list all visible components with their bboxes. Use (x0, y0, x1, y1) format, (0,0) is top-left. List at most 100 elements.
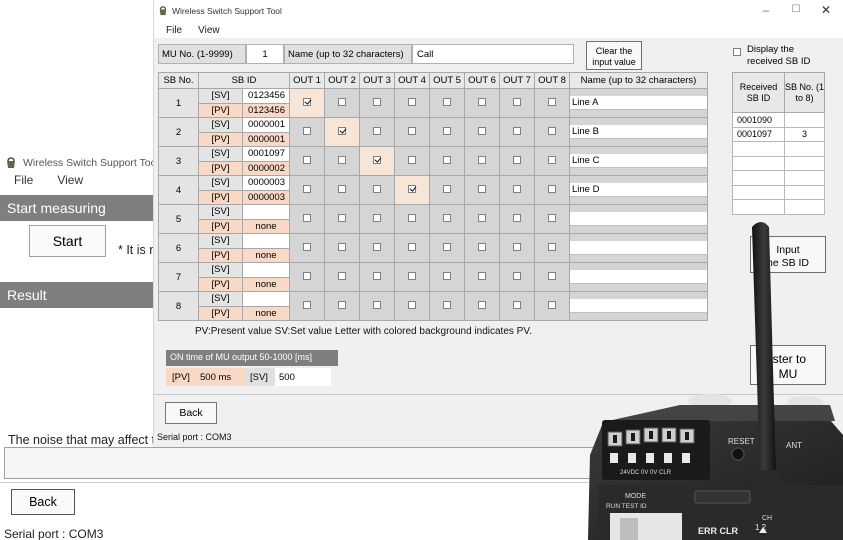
received-row[interactable] (732, 199, 825, 215)
out1-checkbox[interactable] (303, 126, 311, 135)
out7-checkbox[interactable] (513, 213, 521, 222)
out6-checkbox[interactable] (478, 155, 486, 164)
out3-checkbox[interactable] (373, 97, 381, 106)
out1-checkbox[interactable] (303, 184, 311, 193)
mu-name-input[interactable]: Call (412, 44, 574, 64)
out2-checkbox[interactable] (338, 300, 346, 309)
sb-id-sv-input[interactable] (242, 233, 290, 249)
out3-checkbox[interactable] (373, 155, 381, 164)
out2-checkbox[interactable] (338, 126, 346, 135)
out5-checkbox[interactable] (443, 155, 451, 164)
out1-checkbox[interactable] (303, 242, 311, 251)
maximize-icon[interactable]: ☐ (786, 4, 806, 15)
out4-checkbox[interactable] (408, 126, 416, 135)
menu-file[interactable]: File (154, 25, 186, 36)
out2-checkbox[interactable] (338, 155, 346, 164)
sb-name-input[interactable]: Line A (570, 96, 707, 110)
out7-checkbox[interactable] (513, 300, 521, 309)
minimize-icon[interactable]: – (756, 3, 776, 17)
received-row[interactable] (732, 155, 825, 171)
out5-checkbox[interactable] (443, 97, 451, 106)
sb-id-sv-input[interactable]: 0123456 (242, 88, 290, 104)
out5-checkbox[interactable] (443, 126, 451, 135)
sb-name-input[interactable]: Line D (570, 183, 707, 197)
out7-checkbox[interactable] (513, 97, 521, 106)
out6-checkbox[interactable] (478, 271, 486, 280)
clear-input-button[interactable]: Clear the input value (586, 41, 642, 70)
noise-textbox[interactable] (4, 447, 600, 479)
out8-checkbox[interactable] (548, 126, 556, 135)
sb-id-sv-input[interactable] (242, 262, 290, 278)
out7-checkbox[interactable] (513, 155, 521, 164)
sb-id-sv-input[interactable]: 0001097 (242, 146, 290, 162)
sb-id-sv-input[interactable] (242, 204, 290, 220)
sb-id-sv-input[interactable] (242, 291, 290, 307)
device-top-face (608, 405, 835, 421)
out5-checkbox[interactable] (443, 242, 451, 251)
out5-checkbox[interactable] (443, 184, 451, 193)
out1-checkbox[interactable] (303, 271, 311, 280)
out2-checkbox[interactable] (338, 242, 346, 251)
out5-checkbox[interactable] (443, 271, 451, 280)
out7-checkbox[interactable] (513, 271, 521, 280)
back-button[interactable]: Back (165, 402, 217, 424)
bg-menu-file[interactable]: File (0, 173, 43, 187)
out6-checkbox[interactable] (478, 300, 486, 309)
out5-checkbox[interactable] (443, 300, 451, 309)
out6-checkbox[interactable] (478, 184, 486, 193)
received-row[interactable] (732, 170, 825, 186)
out2-checkbox[interactable] (338, 97, 346, 106)
out3-checkbox[interactable] (373, 242, 381, 251)
out5-checkbox[interactable] (443, 213, 451, 222)
close-icon[interactable]: ✕ (816, 3, 836, 17)
out2-checkbox[interactable] (338, 184, 346, 193)
out3-checkbox[interactable] (373, 271, 381, 280)
out8-checkbox[interactable] (548, 213, 556, 222)
out2-checkbox[interactable] (338, 271, 346, 280)
received-row[interactable]: 0001090 (732, 112, 825, 128)
received-row[interactable]: 0001097 3 (732, 126, 825, 142)
out4-checkbox[interactable] (408, 271, 416, 280)
bg-menu-view[interactable]: View (43, 173, 93, 187)
out3-checkbox[interactable] (373, 126, 381, 135)
out6-checkbox[interactable] (478, 213, 486, 222)
out3-checkbox[interactable] (373, 213, 381, 222)
out8-checkbox[interactable] (548, 242, 556, 251)
start-button[interactable]: Start (29, 225, 106, 257)
out4-checkbox[interactable] (408, 97, 416, 106)
out6-checkbox[interactable] (478, 242, 486, 251)
out4-checkbox[interactable] (408, 242, 416, 251)
out4-checkbox[interactable] (408, 300, 416, 309)
out6-checkbox[interactable] (478, 126, 486, 135)
sb-id-sv-input[interactable]: 0000003 (242, 175, 290, 191)
out8-checkbox[interactable] (548, 184, 556, 193)
out8-checkbox[interactable] (548, 271, 556, 280)
out3-checkbox[interactable] (373, 300, 381, 309)
display-received-sb-id-checkbox[interactable] (733, 48, 741, 56)
out8-checkbox[interactable] (548, 300, 556, 309)
out7-checkbox[interactable] (513, 184, 521, 193)
ontime-sv-input[interactable]: 500 (275, 368, 331, 386)
out4-checkbox[interactable] (408, 155, 416, 164)
out4-checkbox[interactable] (408, 184, 416, 193)
out8-checkbox[interactable] (548, 97, 556, 106)
out4-checkbox[interactable] (408, 213, 416, 222)
out1-checkbox[interactable] (303, 213, 311, 222)
received-row[interactable] (732, 184, 825, 200)
out7-checkbox[interactable] (513, 126, 521, 135)
received-row[interactable] (732, 141, 825, 157)
out8-checkbox[interactable] (548, 155, 556, 164)
sb-name-input[interactable]: Line B (570, 125, 707, 139)
out3-checkbox[interactable] (373, 184, 381, 193)
sb-name-input[interactable]: Line C (570, 154, 707, 168)
out1-checkbox[interactable] (303, 300, 311, 309)
menu-view[interactable]: View (186, 25, 224, 36)
out1-checkbox[interactable] (303, 155, 311, 164)
out1-checkbox[interactable] (303, 97, 311, 106)
sb-id-sv-input[interactable]: 0000001 (242, 117, 290, 133)
out6-checkbox[interactable] (478, 97, 486, 106)
bg-back-button[interactable]: Back (11, 489, 75, 515)
out2-checkbox[interactable] (338, 213, 346, 222)
out7-checkbox[interactable] (513, 242, 521, 251)
mu-number-input[interactable]: 1 (246, 44, 284, 64)
